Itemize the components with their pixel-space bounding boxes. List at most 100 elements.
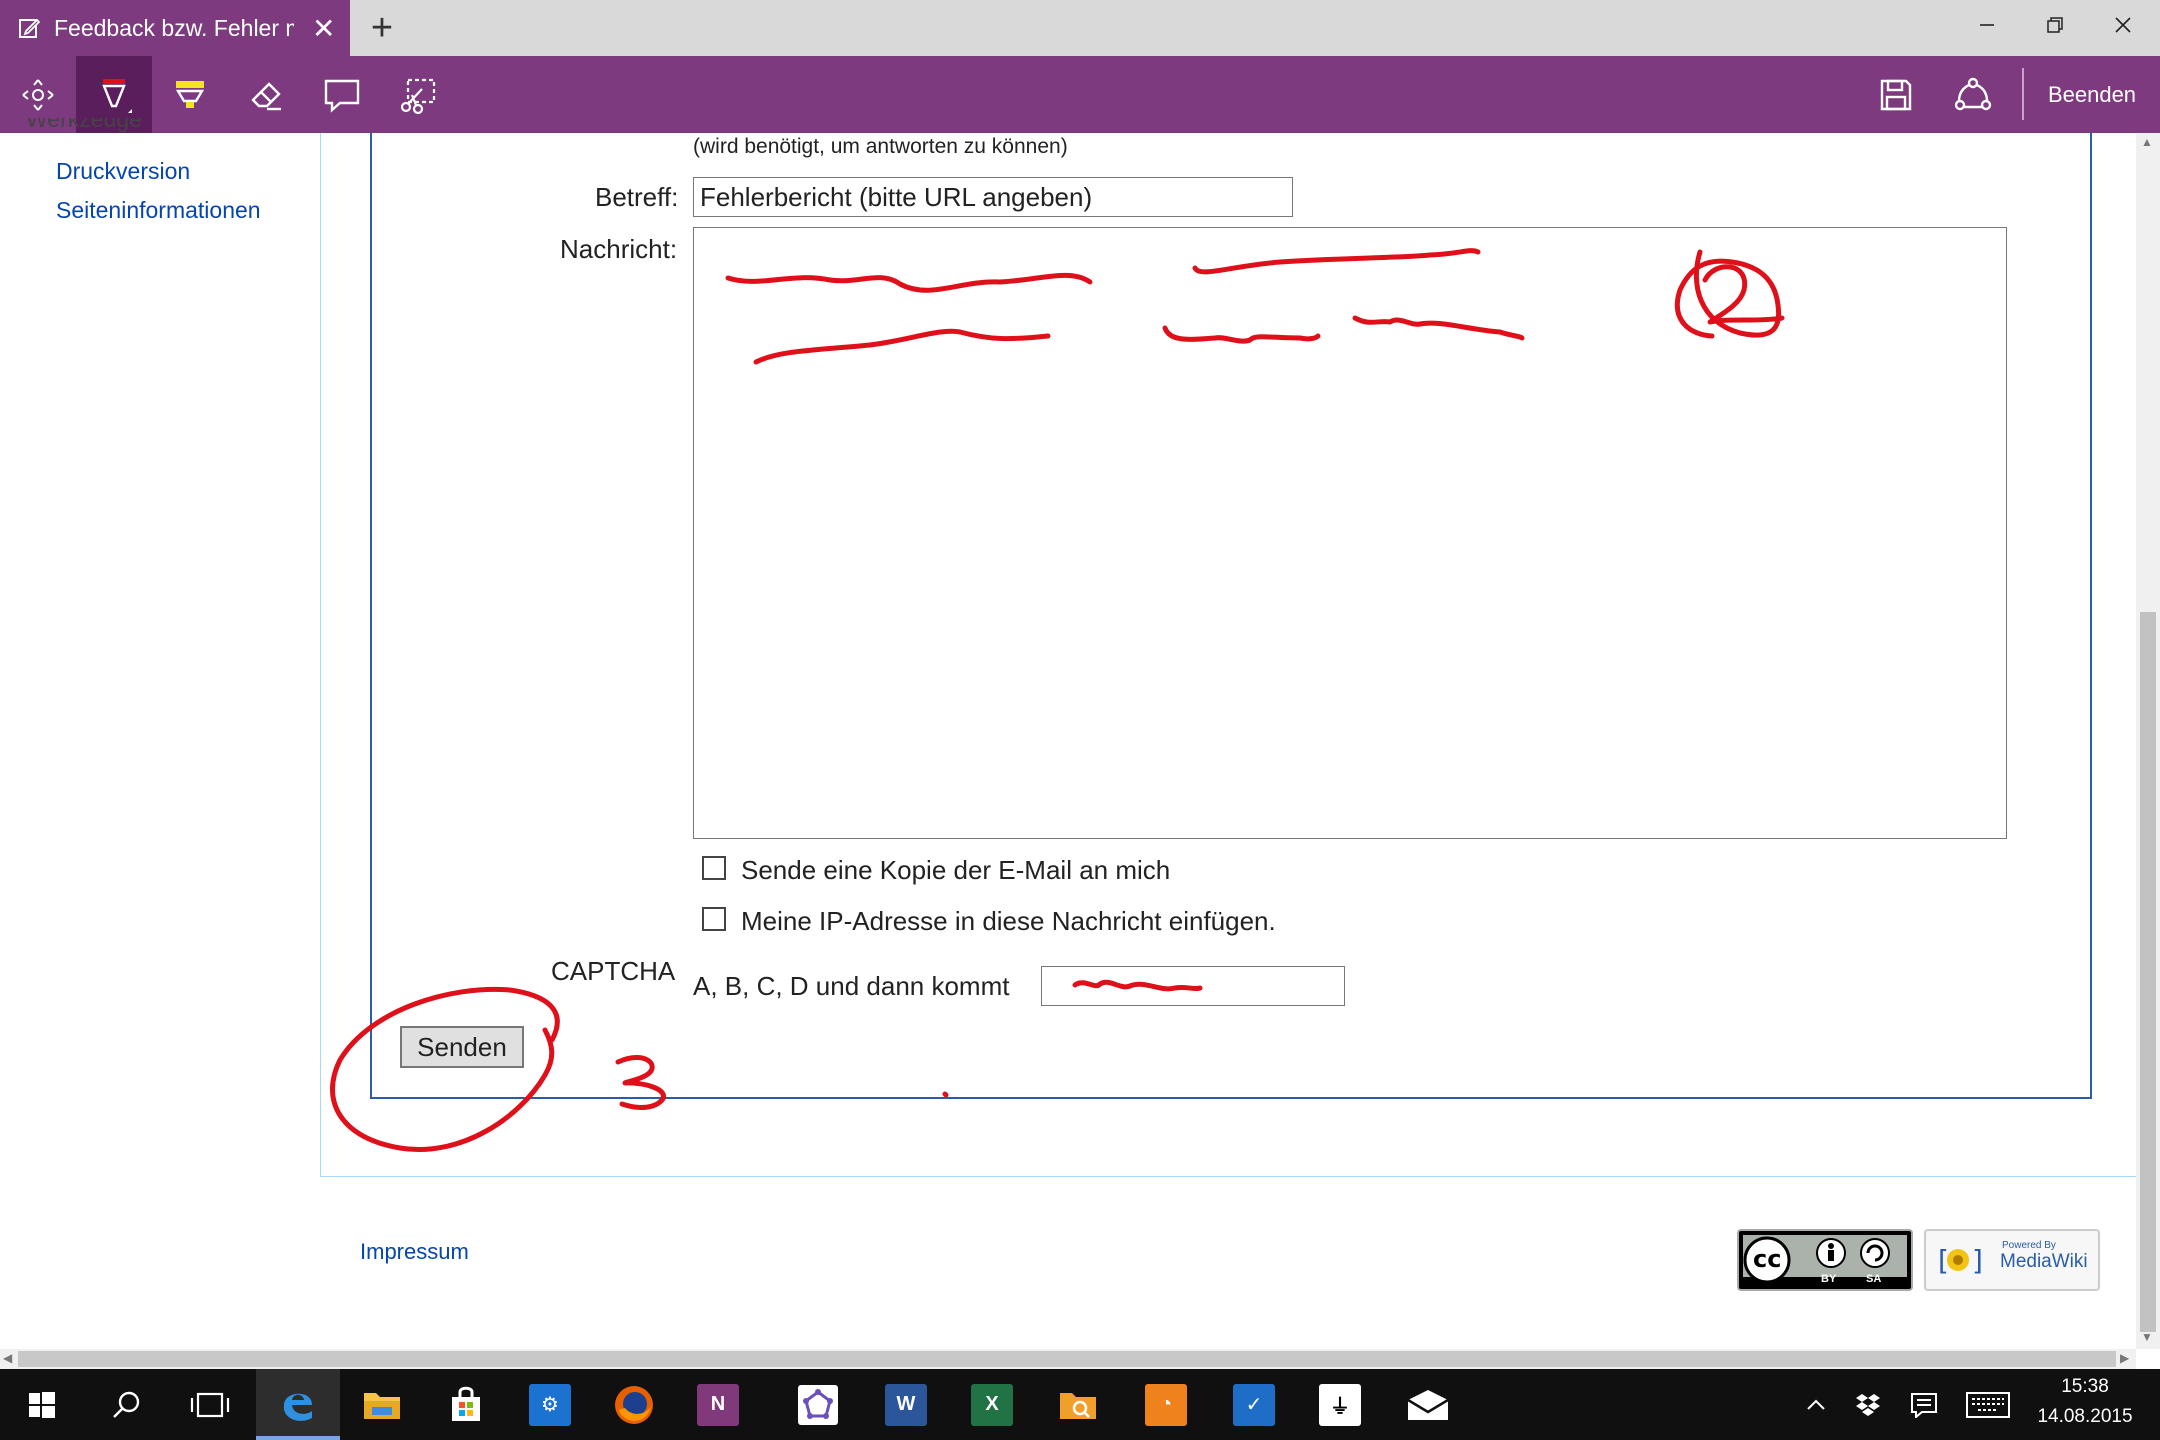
clock-date: 14.08.2015 (2037, 1406, 2133, 1427)
search-folder-icon (1060, 1392, 1096, 1419)
mail-icon (1407, 1389, 1449, 1420)
taskbar-file-explorer[interactable] (340, 1369, 424, 1440)
tab-strip (350, 0, 2160, 56)
pen-icon (102, 78, 132, 113)
app-icon (798, 1384, 838, 1425)
mediawiki-flower-icon: [ ] (1934, 1244, 1982, 1277)
highlighter-icon (175, 80, 205, 108)
dropbox-tray[interactable] (1848, 1369, 1888, 1440)
captcha-question: A, B, C, D und dann kommt (693, 971, 1010, 1001)
copy-email-checkbox[interactable] (702, 856, 726, 880)
include-ip-checkbox[interactable] (702, 907, 726, 931)
taskbar-settings[interactable]: ⚙ (508, 1369, 592, 1440)
onenote-icon: N (697, 1383, 739, 1426)
include-ip-label: Meine IP-Adresse in diese Nachricht einf… (741, 906, 1276, 936)
send-button[interactable]: Senden (400, 1026, 524, 1068)
pdf-icon: ◔ (1145, 1383, 1187, 1426)
save-ink-button[interactable] (1858, 56, 1934, 133)
taskbar-pdf[interactable]: ◔ (1124, 1369, 1208, 1440)
powered-by-text: Powered By (2002, 1240, 2056, 1251)
message-label: Nachricht: (560, 234, 678, 264)
mediawiki-text: MediaWiki (2000, 1251, 2088, 1272)
keyboard-icon (1966, 1391, 2010, 1418)
scroll-left-arrow-icon[interactable]: ◀ (3, 1351, 12, 1365)
comment-icon (324, 79, 360, 113)
cc-text: cc (1753, 1245, 1782, 1273)
clip-icon (400, 78, 436, 114)
eraser-icon (251, 81, 281, 110)
file-explorer-icon (364, 1392, 400, 1419)
captcha-label: CAPTCHA (551, 956, 676, 986)
sidebar-heading-partial: Werkzeuge (26, 118, 236, 136)
scroll-up-arrow-icon[interactable]: ▲ (2141, 135, 2153, 149)
svg-text:]: ] (1970, 1244, 1982, 1277)
restore-button[interactable] (2022, 0, 2088, 50)
restore-icon (2047, 17, 2063, 33)
cc-sa-text: SA (1866, 1273, 1882, 1285)
start-button[interactable] (0, 1369, 84, 1440)
taskbar-app[interactable] (776, 1369, 860, 1440)
close-icon (2115, 17, 2131, 33)
scroll-down-arrow-icon[interactable]: ▼ (2141, 1330, 2153, 1344)
sidebar-link-seiteninformationen[interactable]: Seiteninformationen (56, 197, 261, 224)
tab-title: Feedback bzw. Fehler m (54, 14, 294, 41)
eraser-tool-button[interactable] (228, 56, 304, 133)
cc-by-sa-badge[interactable]: cc BY SA (1737, 1229, 1913, 1291)
impressum-link[interactable]: Impressum (360, 1239, 469, 1265)
word-icon: W (885, 1383, 927, 1426)
store-icon (452, 1386, 480, 1421)
search-button[interactable] (84, 1369, 168, 1440)
vertical-scroll-thumb[interactable] (2140, 612, 2156, 1332)
browser-tab-active[interactable]: Feedback bzw. Fehler m ✕ (0, 0, 350, 56)
captcha-input[interactable] (1041, 966, 1345, 1006)
cc-by-text: BY (1821, 1273, 1837, 1285)
taskbar-search-folder[interactable] (1036, 1369, 1120, 1440)
task-view-button[interactable] (168, 1369, 252, 1440)
share-ink-button[interactable] (1935, 56, 2011, 133)
taskbar-edge[interactable] (256, 1369, 340, 1440)
taskbar-store[interactable] (424, 1369, 508, 1440)
clip-tool-button[interactable] (380, 56, 456, 133)
exit-ink-button[interactable]: Beenden (2024, 56, 2160, 133)
copy-email-label: Sende eine Kopie der E-Mail an mich (741, 855, 1171, 885)
email-hint-text: (wird benötigt, um antworten zu können) (693, 135, 1068, 158)
comment-tool-button[interactable] (304, 56, 380, 133)
tab-close-icon[interactable]: ✕ (312, 12, 335, 45)
dropbox-icon (1856, 1393, 1880, 1416)
show-hidden-icons-button[interactable] (1796, 1369, 1836, 1440)
sidebar-link-druckversion[interactable]: Druckversion (56, 158, 190, 185)
taskbar-usb[interactable]: ⏚ (1298, 1369, 1382, 1440)
minimize-icon (1980, 24, 1994, 26)
windows-start-icon (29, 1391, 55, 1418)
horizontal-scroll-thumb[interactable] (18, 1351, 2116, 1367)
pan-icon (22, 78, 54, 111)
chevron-up-icon (1807, 1399, 1825, 1410)
scroll-right-arrow-icon[interactable]: ▶ (2120, 1351, 2129, 1365)
subject-input[interactable]: Fehlerbericht (bitte URL angeben) (693, 177, 1293, 217)
taskbar-word[interactable]: W (864, 1369, 948, 1440)
close-window-button[interactable] (2090, 0, 2156, 50)
touch-keyboard-button[interactable] (1962, 1369, 2014, 1440)
new-tab-button[interactable]: + (350, 0, 414, 56)
taskbar-clock[interactable]: 15:38 14.08.2015 (2020, 1372, 2150, 1436)
search-icon (113, 1391, 140, 1418)
message-textarea[interactable] (693, 227, 2007, 839)
usb-icon: ⏚ (1319, 1383, 1361, 1426)
taskbar-tasks[interactable]: ✓ (1212, 1369, 1296, 1440)
taskbar-firefox[interactable] (592, 1369, 676, 1440)
subject-value: Fehlerbericht (bitte URL angeben) (700, 182, 1093, 212)
task-view-icon (190, 1392, 230, 1417)
taskbar-excel[interactable]: X (950, 1369, 1034, 1440)
taskbar-mail[interactable] (1386, 1369, 1470, 1440)
clock-time: 15:38 (2061, 1376, 2109, 1397)
save-icon (1880, 79, 1912, 110)
plus-icon: + (370, 6, 394, 49)
action-center-button[interactable] (1904, 1369, 1944, 1440)
minimize-button[interactable] (1954, 0, 2020, 50)
share-icon (1954, 77, 1992, 110)
taskbar-onenote[interactable]: N (676, 1369, 760, 1440)
tasks-icon: ✓ (1233, 1383, 1275, 1426)
firefox-icon (615, 1385, 653, 1424)
edge-icon (283, 1393, 312, 1421)
mediawiki-badge[interactable]: [ ] Powered By MediaWiki (1924, 1229, 2100, 1291)
